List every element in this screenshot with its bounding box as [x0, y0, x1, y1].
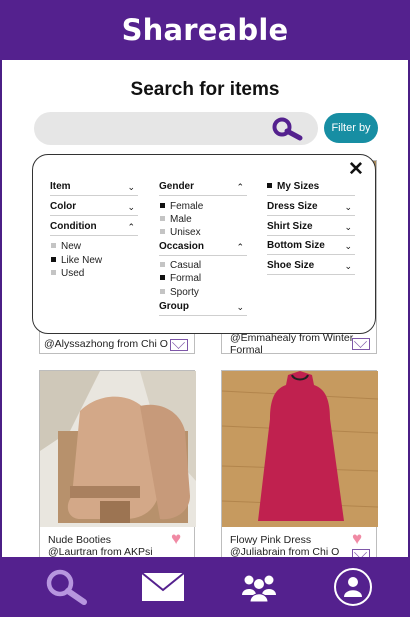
search-heading: Search for items — [130, 79, 280, 100]
chevron-up-icon: ⌃ — [236, 242, 244, 252]
filter-bottom-size[interactable]: Bottom Size ⌄ — [267, 240, 355, 255]
occasion-option[interactable]: Sporty — [160, 287, 199, 298]
checkbox[interactable] — [267, 183, 272, 188]
item-photo — [222, 371, 378, 527]
checkbox[interactable] — [160, 275, 165, 280]
group-icon — [242, 575, 276, 603]
nav-search[interactable] — [40, 557, 92, 617]
chevron-up-icon: ⌃ — [127, 222, 135, 232]
filter-shoe-size[interactable]: Shoe Size ⌄ — [267, 260, 355, 275]
chevron-down-icon: ⌄ — [344, 222, 352, 232]
mail-icon — [141, 572, 185, 601]
condition-option[interactable]: Like New — [51, 255, 102, 266]
heart-icon[interactable]: ♥ — [352, 530, 362, 547]
message-icon[interactable] — [170, 339, 188, 351]
search-icon — [46, 569, 87, 605]
nav-groups[interactable] — [238, 557, 280, 617]
item-owner-cont: Formal — [230, 344, 263, 356]
checkbox[interactable] — [160, 289, 165, 294]
filter-condition[interactable]: Condition ⌃ — [50, 221, 138, 236]
checkbox[interactable] — [160, 216, 165, 221]
nav-messages[interactable] — [138, 557, 188, 617]
filter-color[interactable]: Color ⌄ — [50, 201, 138, 216]
checkbox[interactable] — [51, 243, 56, 248]
checkbox[interactable] — [51, 270, 56, 275]
item-card[interactable]: Flowy Pink Dress @Juliabrain from Chi O … — [221, 370, 378, 561]
checkbox[interactable] — [160, 262, 165, 267]
condition-option[interactable]: Used — [51, 268, 84, 279]
chevron-down-icon: ⌄ — [127, 182, 135, 192]
profile-icon — [334, 568, 372, 606]
item-card[interactable]: Nude Booties @Laurtran from AKPsi ♥ — [39, 370, 196, 558]
filter-my-sizes[interactable]: My Sizes — [267, 181, 355, 196]
chevron-up-icon: ⌃ — [236, 182, 244, 192]
condition-option[interactable]: New — [51, 241, 81, 252]
message-icon[interactable] — [352, 338, 370, 350]
nav-profile[interactable] — [331, 557, 375, 617]
gender-option[interactable]: Unisex — [160, 227, 201, 238]
filter-gender[interactable]: Gender ⌃ — [159, 181, 247, 196]
filter-item[interactable]: Item ⌄ — [50, 181, 138, 196]
occasion-option[interactable]: Casual — [160, 260, 201, 271]
item-photo — [40, 371, 196, 527]
heart-icon[interactable]: ♥ — [171, 530, 181, 547]
gender-option[interactable]: Female — [160, 201, 203, 212]
gender-option[interactable]: Male — [160, 214, 192, 225]
filter-group[interactable]: Group ⌄ — [159, 301, 247, 316]
chevron-down-icon: ⌄ — [344, 202, 352, 212]
filter-occasion[interactable]: Occasion ⌃ — [159, 241, 247, 256]
occasion-option[interactable]: Formal — [160, 273, 201, 284]
checkbox[interactable] — [160, 229, 165, 234]
filter-shirt-size[interactable]: Shirt Size ⌄ — [267, 221, 355, 236]
chevron-down-icon: ⌄ — [344, 241, 352, 251]
close-icon[interactable]: ✕ — [348, 158, 364, 181]
bottom-nav — [0, 557, 410, 617]
filter-by-button[interactable]: Filter by — [324, 113, 378, 143]
search-icon[interactable] — [270, 116, 306, 142]
checkbox[interactable] — [160, 203, 165, 208]
app-header: Shareable — [0, 0, 410, 60]
chevron-down-icon: ⌄ — [236, 302, 244, 312]
chevron-down-icon: ⌄ — [127, 202, 135, 212]
filter-dress-size[interactable]: Dress Size ⌄ — [267, 201, 355, 216]
checkbox[interactable] — [51, 257, 56, 262]
app-title: Shareable — [121, 13, 289, 47]
chevron-down-icon: ⌄ — [344, 261, 352, 271]
item-owner: @Alyssazhong from Chi O — [44, 338, 168, 350]
